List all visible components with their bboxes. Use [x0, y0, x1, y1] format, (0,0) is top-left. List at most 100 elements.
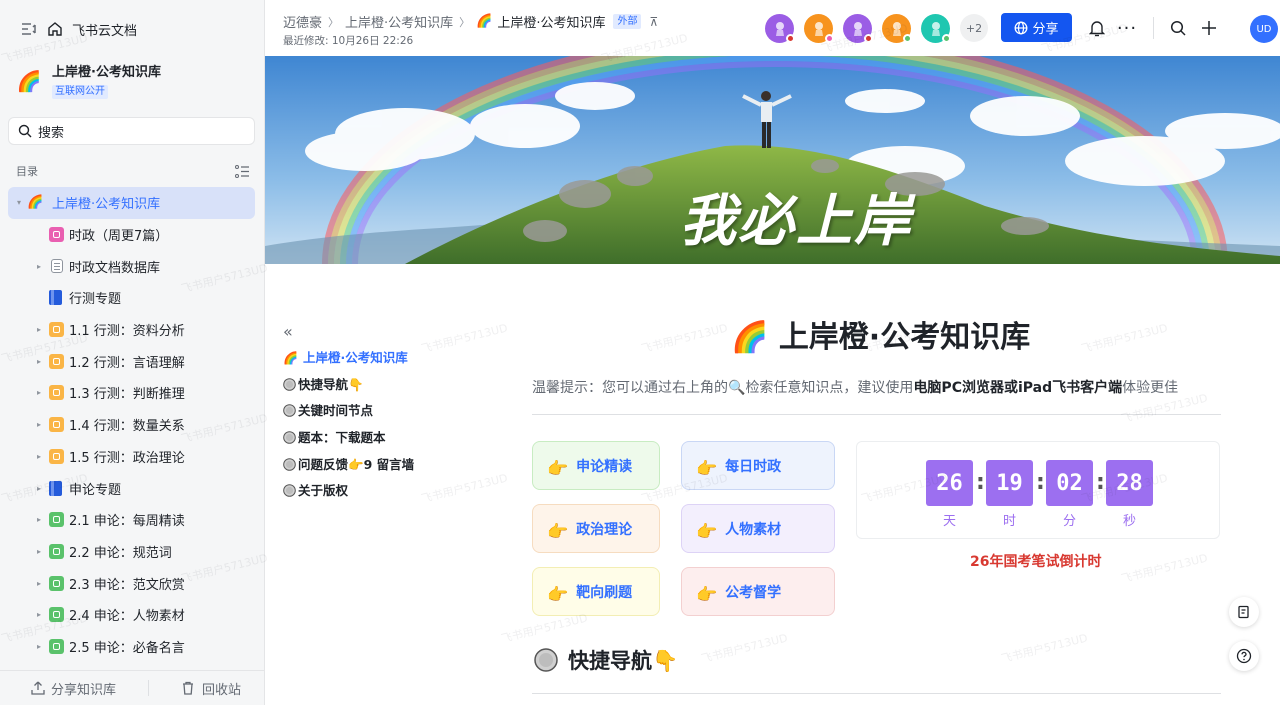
expand-arrow-icon[interactable]: ▾ — [14, 198, 24, 207]
help-icon[interactable] — [1229, 641, 1259, 671]
sidebar-tree-item[interactable]: ▸ 2.1 申论：每周精读 — [8, 504, 255, 536]
collaborator-avatar[interactable] — [804, 14, 834, 43]
expand-arrow-icon[interactable]: ▸ — [34, 547, 44, 556]
outline-item[interactable]: 题本：下载题本 — [283, 427, 386, 446]
header-divider — [1153, 17, 1154, 39]
sidebar-tree-item[interactable]: ▸ 2.2 申论：规范词 — [8, 536, 255, 568]
collaborator-avatar[interactable] — [765, 14, 795, 43]
external-tag: 外部 — [613, 14, 642, 29]
nav-card[interactable]: 👉 人物素材 — [681, 504, 835, 553]
breadcrumb-current[interactable]: 上岸橙·公考知识库 — [497, 12, 605, 31]
expand-arrow-icon[interactable]: ▸ — [34, 420, 44, 429]
tip-part: 体验更佳 — [1122, 380, 1179, 396]
sidebar-tree-item[interactable]: 时政（周更7篇） — [8, 219, 255, 251]
folder-icon — [49, 322, 64, 338]
collapse-sidebar-icon[interactable] — [20, 20, 38, 38]
countdown-digit-box: 02 — [1046, 460, 1093, 506]
outline-item[interactable]: 快捷导航👇 — [283, 374, 364, 393]
user-avatar[interactable]: UD — [1250, 15, 1278, 43]
sidebar-tree-item[interactable]: 行测专题 — [8, 282, 255, 314]
radio-circle-icon — [283, 483, 298, 498]
expand-arrow-icon[interactable]: ▸ — [34, 610, 44, 619]
outline-item[interactable]: 问题反馈👉9 留言墙 — [283, 454, 414, 473]
collapse-outline-icon[interactable]: « — [283, 322, 293, 341]
divider — [532, 414, 1221, 415]
sidebar-tree-item[interactable]: ▸ 1.1 行测：资料分析 — [8, 314, 255, 346]
sidebar-tree-label: 行测专题 — [69, 292, 122, 308]
sidebar-tree-item[interactable]: ▸ 2.5 申论：必备名言 — [8, 631, 255, 663]
tip-part: 检索任意知识点，建议使用 — [745, 380, 914, 396]
expand-arrow-icon[interactable]: ▸ — [34, 262, 44, 271]
toc-title: 目录 — [16, 165, 38, 178]
collaborator-avatar[interactable] — [921, 14, 951, 43]
countdown-digit-box: 28 — [1106, 460, 1153, 506]
expand-arrow-icon[interactable]: ▸ — [34, 325, 44, 334]
nav-card[interactable]: 👉 每日时政 — [681, 441, 835, 490]
app-title[interactable]: 飞书云文档 — [72, 20, 137, 39]
expand-arrow-icon[interactable]: ▸ — [34, 452, 44, 461]
doc-info-icon[interactable] — [1229, 597, 1259, 627]
breadcrumb: 迈德豪 〉 上岸橙·公考知识库 〉 🌈 上岸橙·公考知识库 外部 ⊼ — [283, 12, 658, 31]
share-kb-button[interactable]: 分享知识库 — [31, 679, 116, 698]
more-collaborators-badge[interactable]: +2 — [960, 14, 988, 42]
expand-arrow-icon[interactable]: ▸ — [34, 515, 44, 524]
outline-item[interactable]: 关于版权 — [283, 480, 348, 499]
sidebar-tree-label: 申论专题 — [69, 482, 122, 498]
sidebar-tree-item[interactable]: ▸ 1.4 行测：数量关系 — [8, 409, 255, 441]
sidebar-tree-label: 2.3 申论：范文欣赏 — [69, 577, 185, 593]
rainbow-icon: 🌈 — [731, 320, 769, 355]
nav-card[interactable]: 👉 靶向刷题 — [532, 567, 660, 616]
pink-doc-icon — [49, 227, 64, 243]
expand-arrow-icon[interactable]: ▸ — [34, 357, 44, 366]
bell-icon[interactable] — [1088, 19, 1106, 37]
search-icon[interactable] — [1169, 19, 1187, 37]
sidebar-tree-label: 上岸橙·公考知识库 — [52, 197, 161, 213]
collaborator-avatar[interactable] — [882, 14, 912, 43]
search-icon — [18, 124, 32, 138]
watermark: 飞书用户5713UD — [999, 631, 1089, 666]
sidebar-tree-item[interactable]: ▸ 时政文档数据库 — [8, 250, 255, 282]
home-icon[interactable] — [46, 20, 64, 38]
pin-icon[interactable]: ⊼ — [649, 15, 658, 29]
sidebar-tree-item[interactable]: ▸ 1.2 行测：言语理解 — [8, 345, 255, 377]
chevron-right-icon: 〉 — [459, 15, 471, 29]
list-settings-icon[interactable] — [235, 164, 250, 178]
collaborator-avatar[interactable] — [843, 14, 873, 43]
tip-bold: 电脑PC浏览器或iPad飞书客户端 — [913, 380, 1123, 396]
magnifier-icon: 🔍 — [728, 380, 746, 396]
expand-arrow-icon[interactable]: ▸ — [34, 579, 44, 588]
rainbow-icon: 🌈 — [27, 195, 44, 211]
plus-icon[interactable] — [1200, 19, 1218, 37]
expand-arrow-icon[interactable]: ▸ — [34, 642, 44, 651]
expand-arrow-icon[interactable]: ▸ — [34, 484, 44, 493]
sidebar-tree-item[interactable]: ▾ 🌈 上岸橙·公考知识库 — [8, 187, 255, 219]
sidebar-tree-item[interactable]: ▸ 2.4 申论：人物素材 — [8, 599, 255, 631]
nav-card-label: 申论精读 — [576, 458, 633, 475]
outline-item-label: 关键时间节点 — [298, 403, 374, 418]
search-input[interactable]: 搜索 — [8, 117, 255, 145]
nav-card[interactable]: 👉 公考督学 — [681, 567, 835, 616]
more-icon[interactable]: ··· — [1117, 18, 1136, 39]
nav-card[interactable]: 👉 申论精读 — [532, 441, 660, 490]
outline-item[interactable]: 关键时间节点 — [283, 400, 373, 419]
presence-dot — [786, 34, 795, 43]
radio-circle-icon — [283, 430, 298, 445]
countdown-caption: 26年国考笔试倒计时 — [970, 554, 1102, 570]
radio-circle-icon — [283, 457, 298, 472]
share-button[interactable]: 分享 — [1001, 13, 1072, 42]
sidebar-tree-item[interactable]: ▸ 1.3 行测：判断推理 — [8, 377, 255, 409]
outline-item[interactable]: 🌈 上岸橙·公考知识库 — [283, 347, 408, 366]
sidebar-tree-item[interactable]: ▸ 1.5 行测：政治理论 — [8, 441, 255, 473]
trash-button[interactable]: 回收站 — [181, 679, 241, 698]
nav-card[interactable]: 👉 政治理论 — [532, 504, 660, 553]
sidebar-topbar: 飞书云文档 — [20, 18, 137, 40]
breadcrumb-item[interactable]: 上岸橙·公考知识库 — [345, 12, 453, 31]
rainbow-icon: 🌈 — [16, 69, 42, 93]
section-title: 快捷导航👇 — [568, 649, 679, 673]
sidebar-tree-item[interactable]: ▸ 申论专题 — [8, 472, 255, 504]
breadcrumb-item[interactable]: 迈德豪 — [283, 12, 322, 31]
expand-arrow-icon[interactable]: ▸ — [34, 388, 44, 397]
knowledge-base-header[interactable]: 🌈 上岸橙·公考知识库 互联网公开 — [16, 64, 161, 99]
public-badge: 互联网公开 — [52, 85, 108, 99]
sidebar-tree-item[interactable]: ▸ 2.3 申论：范文欣赏 — [8, 567, 255, 599]
